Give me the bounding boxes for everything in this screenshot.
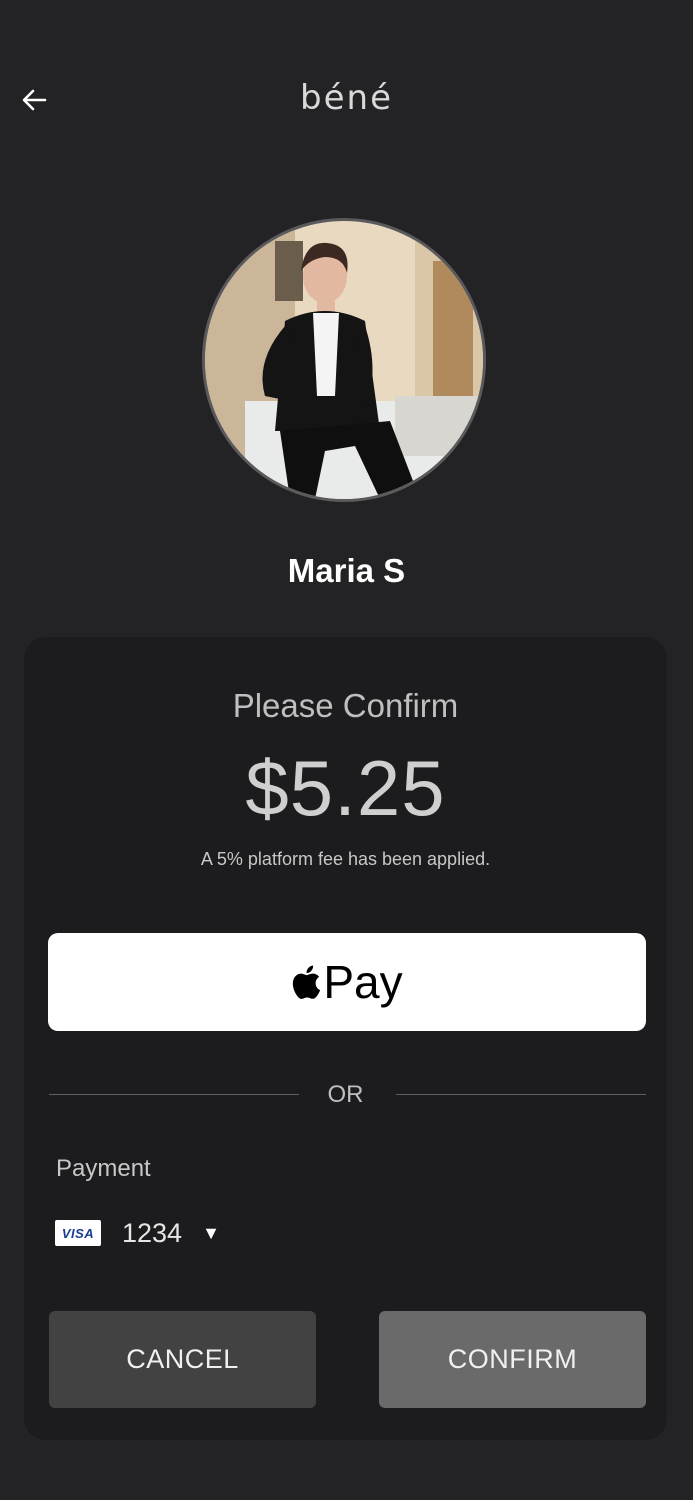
payment-label: Payment [56,1155,151,1182]
visa-card-icon: VISA [55,1220,101,1246]
confirm-title: Please Confirm [232,687,459,724]
divider-right [396,1094,646,1095]
payment-amount: $5.25 [245,744,446,832]
app-logo: béné [300,78,393,118]
dropdown-triangle-icon: ▼ [202,1222,220,1243]
apple-pay-button[interactable]: Pay [48,933,646,1031]
avatar [202,218,486,502]
profile-photo [205,221,483,499]
confirm-button[interactable]: CONFIRM [379,1311,646,1408]
profile-name: Maria S [287,552,406,589]
or-separator: OR [327,1081,364,1108]
cancel-button[interactable]: CANCEL [49,1311,316,1408]
payment-method-dropdown[interactable]: VISA 1234 ▼ [55,1213,220,1253]
card-last4: 1234 [122,1217,183,1248]
apple-icon [293,965,321,999]
payment-confirm-screen: béné Maria S Please Confirm $5.25 A 5% p… [0,0,693,1500]
apple-pay-label: Pay [323,956,403,1008]
confirm-card: Please Confirm $5.25 A 5% platform fee h… [24,637,667,1440]
fee-note: A 5% platform fee has been applied. [200,849,491,869]
